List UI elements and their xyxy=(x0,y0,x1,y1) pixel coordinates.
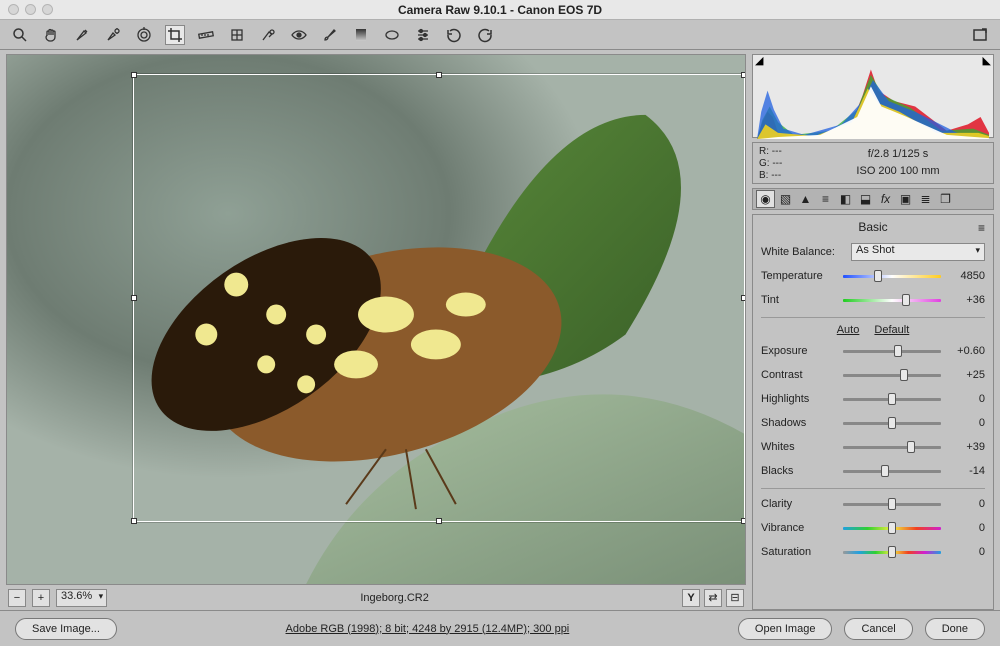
default-link[interactable]: Default xyxy=(874,324,909,336)
auto-link[interactable]: Auto xyxy=(837,324,860,336)
highlights-slider[interactable] xyxy=(843,395,941,403)
zoom-out-button[interactable]: − xyxy=(8,589,26,607)
histogram[interactable]: ◢ ◣ xyxy=(752,54,994,138)
titlebar: Camera Raw 9.10.1 - Canon EOS 7D xyxy=(0,0,1000,20)
preview-split-button[interactable]: ⊟ xyxy=(726,589,744,607)
radial-filter-icon[interactable] xyxy=(382,25,402,45)
targeted-adjustment-tool-icon[interactable] xyxy=(134,25,154,45)
readout-r: R: --- xyxy=(759,146,809,158)
tab-basic-icon[interactable]: ◉ xyxy=(756,190,775,208)
whites-label: Whites xyxy=(761,441,839,453)
blacks-slider[interactable] xyxy=(843,467,941,475)
shadows-slider[interactable] xyxy=(843,419,941,427)
tint-slider[interactable] xyxy=(843,296,941,304)
filename-label: Ingeborg.CR2 xyxy=(113,592,676,604)
contrast-value: +25 xyxy=(945,369,985,381)
panel-menu-icon[interactable]: ≡ xyxy=(978,221,985,235)
highlights-value: 0 xyxy=(945,393,985,405)
saturation-value: 0 xyxy=(945,546,985,558)
contrast-slider[interactable] xyxy=(843,371,941,379)
readout-exposure-line: f/2.8 1/125 s xyxy=(809,146,987,163)
readout-iso-line: ISO 200 100 mm xyxy=(809,163,987,180)
clarity-label: Clarity xyxy=(761,498,839,510)
shadows-label: Shadows xyxy=(761,417,839,429)
tab-tone-curve-icon[interactable]: ▧ xyxy=(776,190,795,208)
vibrance-value: 0 xyxy=(945,522,985,534)
spot-removal-tool-icon[interactable] xyxy=(258,25,278,45)
hand-tool-icon[interactable] xyxy=(41,25,61,45)
panel-title: Basic xyxy=(858,220,887,234)
tab-effects-icon[interactable]: fx xyxy=(876,190,895,208)
fullscreen-toggle-icon[interactable] xyxy=(970,25,990,45)
exposure-value: +0.60 xyxy=(945,345,985,357)
saturation-slider[interactable] xyxy=(843,548,941,556)
tab-snapshots-icon[interactable]: ❐ xyxy=(936,190,955,208)
zoom-tool-icon[interactable] xyxy=(10,25,30,45)
zoom-level-select[interactable]: 33.6% xyxy=(56,589,107,607)
readout-panel: R: --- G: --- B: --- f/2.8 1/125 s ISO 2… xyxy=(752,142,994,184)
tab-split-toning-icon[interactable]: ◧ xyxy=(836,190,855,208)
exposure-slider[interactable] xyxy=(843,347,941,355)
workflow-options-link[interactable]: Adobe RGB (1998); 8 bit; 4248 by 2915 (1… xyxy=(129,623,726,635)
contrast-label: Contrast xyxy=(761,369,839,381)
tint-value: +36 xyxy=(945,294,985,306)
save-image-button[interactable]: Save Image... xyxy=(15,618,117,640)
temperature-slider[interactable] xyxy=(843,272,941,280)
tab-lens-corrections-icon[interactable]: ⬓ xyxy=(856,190,875,208)
highlights-label: Highlights xyxy=(761,393,839,405)
white-balance-tool-icon[interactable] xyxy=(72,25,92,45)
zoom-in-button[interactable]: + xyxy=(32,589,50,607)
open-image-button[interactable]: Open Image xyxy=(738,618,833,640)
vibrance-label: Vibrance xyxy=(761,522,839,534)
white-balance-label: White Balance: xyxy=(761,246,851,258)
crop-rectangle[interactable] xyxy=(133,74,745,522)
saturation-label: Saturation xyxy=(761,546,839,558)
image-preview[interactable] xyxy=(6,54,746,585)
window-title: Camera Raw 9.10.1 - Canon EOS 7D xyxy=(0,3,1000,17)
clarity-value: 0 xyxy=(945,498,985,510)
readout-b: B: --- xyxy=(759,170,809,182)
readout-g: G: --- xyxy=(759,158,809,170)
tab-camera-calibration-icon[interactable]: ▣ xyxy=(896,190,915,208)
rotate-ccw-icon[interactable] xyxy=(444,25,464,45)
tab-presets-icon[interactable]: ≣ xyxy=(916,190,935,208)
color-sampler-tool-icon[interactable] xyxy=(103,25,123,45)
vibrance-slider[interactable] xyxy=(843,524,941,532)
adjustment-brush-icon[interactable] xyxy=(320,25,340,45)
preview-statusbar: − + 33.6% Ingeborg.CR2 Y ⇄ ⊟ xyxy=(6,585,746,610)
basic-panel: Basic ≡ White Balance: As Shot Temperatu… xyxy=(752,214,994,610)
toolbar xyxy=(0,20,1000,50)
tint-label: Tint xyxy=(761,294,839,306)
exposure-label: Exposure xyxy=(761,345,839,357)
preview-swap-button[interactable]: ⇄ xyxy=(704,589,722,607)
footer: Save Image... Adobe RGB (1998); 8 bit; 4… xyxy=(0,610,1000,646)
preview-toggle-y-button[interactable]: Y xyxy=(682,589,700,607)
blacks-label: Blacks xyxy=(761,465,839,477)
whites-slider[interactable] xyxy=(843,443,941,451)
temperature-label: Temperature xyxy=(761,270,839,282)
graduated-filter-icon[interactable] xyxy=(351,25,371,45)
cancel-button[interactable]: Cancel xyxy=(844,618,912,640)
red-eye-tool-icon[interactable] xyxy=(289,25,309,45)
transform-tool-icon[interactable] xyxy=(227,25,247,45)
crop-tool-icon[interactable] xyxy=(165,25,185,45)
straighten-tool-icon[interactable] xyxy=(196,25,216,45)
white-balance-select[interactable]: As Shot xyxy=(851,243,985,261)
preferences-icon[interactable] xyxy=(413,25,433,45)
adjustment-panel-tabs: ◉ ▧ ▲ ≡ ◧ ⬓ fx ▣ ≣ ❐ xyxy=(752,188,994,210)
done-button[interactable]: Done xyxy=(925,618,985,640)
tab-detail-icon[interactable]: ▲ xyxy=(796,190,815,208)
tab-hsl-icon[interactable]: ≡ xyxy=(816,190,835,208)
temperature-value: 4850 xyxy=(945,270,985,282)
whites-value: +39 xyxy=(945,441,985,453)
zoom-level-label: 33.6% xyxy=(61,590,92,602)
rotate-cw-icon[interactable] xyxy=(475,25,495,45)
blacks-value: -14 xyxy=(945,465,985,477)
clarity-slider[interactable] xyxy=(843,500,941,508)
shadows-value: 0 xyxy=(945,417,985,429)
